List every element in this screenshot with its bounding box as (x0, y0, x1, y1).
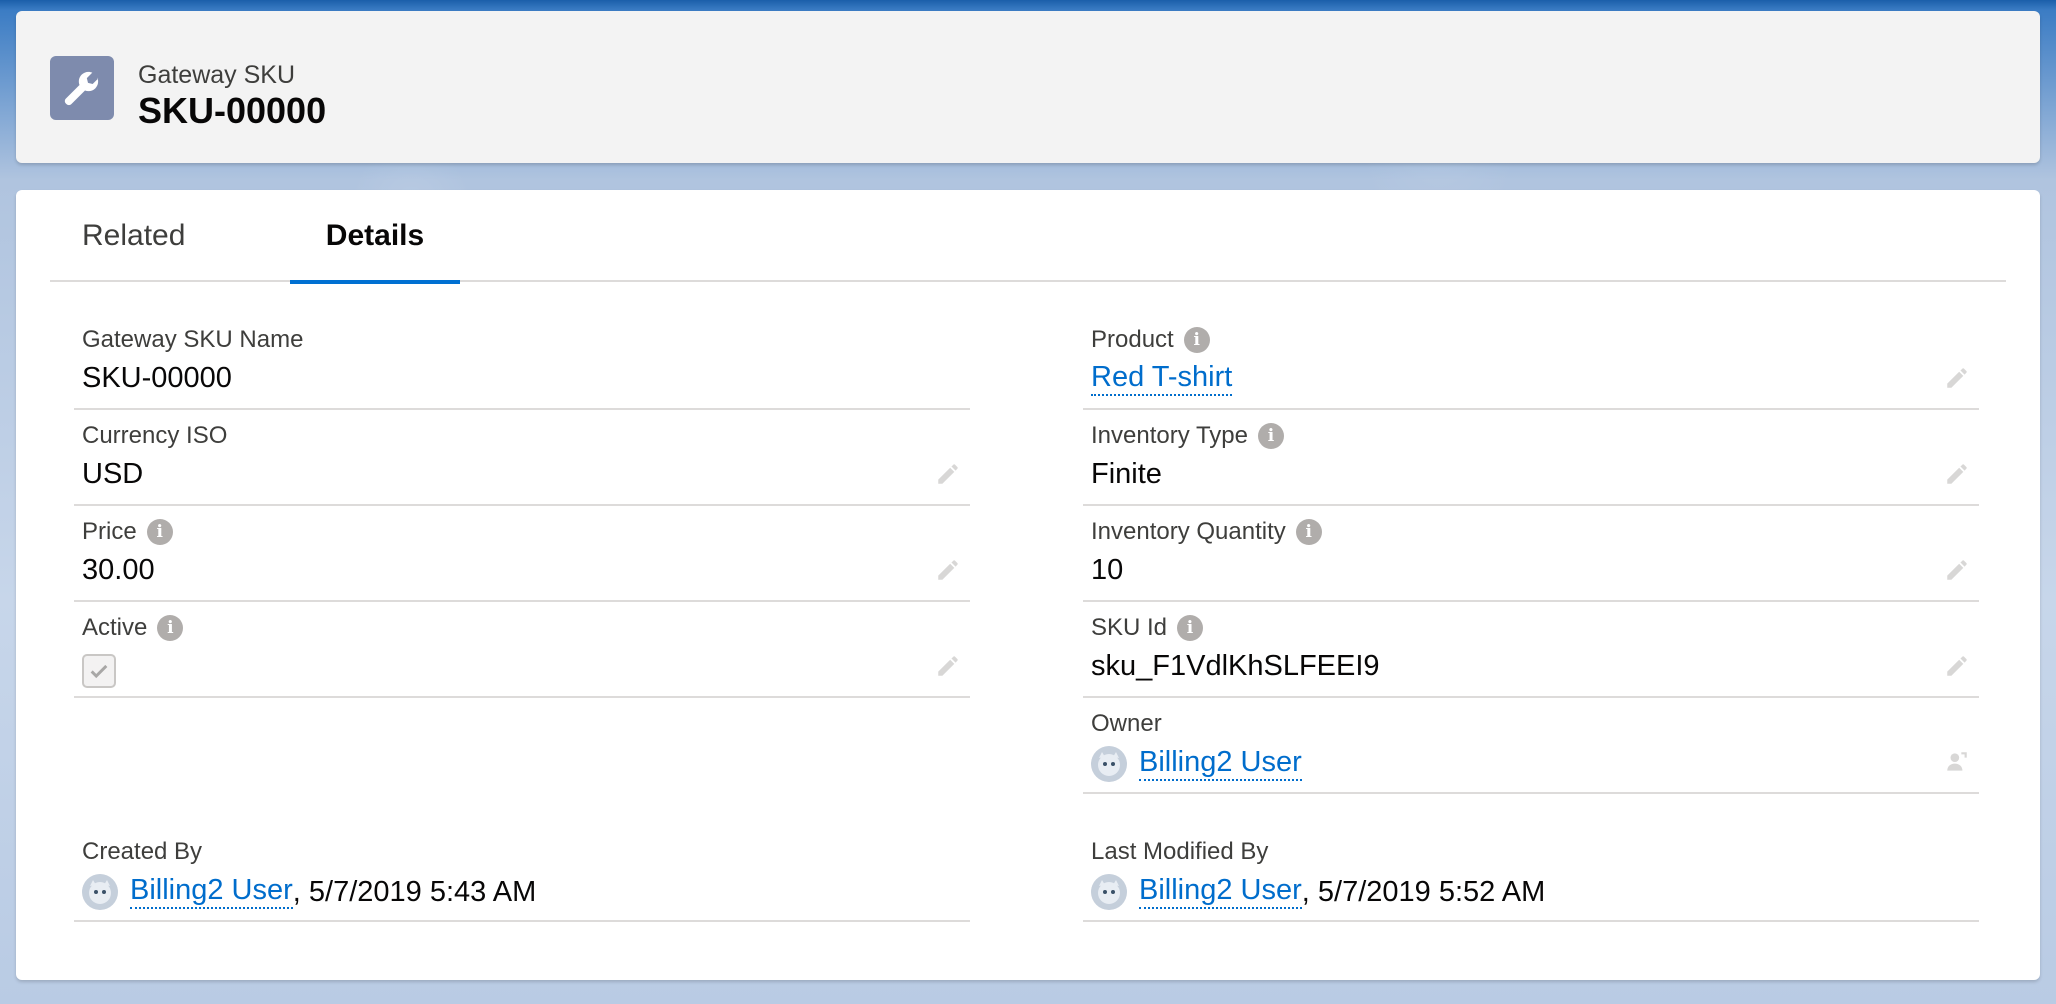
field-value: sku_F1VdlKhSLFEEI9 (1091, 650, 1380, 682)
active-checkbox (82, 654, 116, 688)
created-date: , 5/7/2019 5:43 AM (292, 875, 537, 908)
field-label: Last Modified By (1091, 838, 1269, 865)
pencil-icon[interactable] (934, 460, 962, 488)
change-owner-icon[interactable] (1943, 748, 1971, 776)
info-icon[interactable]: i (1183, 327, 1210, 353)
field-currency-iso: Currency ISO USD (74, 410, 970, 506)
wrench-icon (50, 56, 114, 120)
field-value: Billing2 User, 5/7/2019 5:43 AM (82, 874, 536, 910)
created-by-user-link[interactable]: Billing2 User (130, 874, 293, 909)
field-inventory-quantity: Inventory Quantity i 10 (1083, 506, 1979, 602)
field-label: Inventory Type i (1091, 422, 1284, 450)
tab-details[interactable]: Details (290, 190, 460, 284)
field-label: Created By (82, 838, 203, 865)
field-price: Price i 30.00 (74, 506, 970, 602)
pencil-icon[interactable] (1943, 460, 1971, 488)
info-icon[interactable]: i (1257, 423, 1284, 449)
info-icon[interactable]: i (1295, 519, 1322, 545)
pencil-icon[interactable] (1943, 556, 1971, 584)
record-header: Gateway SKU SKU-00000 (16, 11, 2040, 163)
field-value: Billing2 User, 5/7/2019 5:52 AM (1091, 874, 1545, 910)
object-label: Gateway SKU (138, 61, 296, 89)
field-value: 10 (1091, 554, 1124, 586)
pencil-icon[interactable] (1943, 364, 1971, 392)
field-label: Owner (1091, 710, 1162, 737)
field-label: Inventory Quantity i (1091, 518, 1322, 546)
user-avatar-icon (1091, 746, 1127, 782)
field-label: Price i (82, 518, 173, 546)
field-created-by: Created By Billing2 User, 5/7/2019 5:43 … (74, 826, 970, 922)
field-inventory-type: Inventory Type i Finite (1083, 410, 1979, 506)
user-avatar-icon (82, 874, 118, 910)
tab-related[interactable]: Related (82, 190, 242, 282)
field-label: Product i (1091, 326, 1210, 354)
field-active: Active i (74, 602, 970, 698)
field-value: SKU-00000 (82, 362, 232, 394)
field-value: Finite (1091, 458, 1162, 490)
field-sku-id: SKU Id i sku_F1VdlKhSLFEEI9 (1083, 602, 1979, 698)
user-avatar-icon (1091, 874, 1127, 910)
details-card: Related Details Gateway SKU Name SKU-000… (16, 190, 2040, 980)
owner-user-link[interactable]: Billing2 User (1139, 746, 1302, 781)
field-owner: Owner Billing2 User (1083, 698, 1979, 794)
field-label: SKU Id i (1091, 614, 1204, 642)
field-last-modified-by: Last Modified By Billing2 User, 5/7/2019… (1083, 826, 1979, 922)
field-label: Active i (82, 614, 184, 642)
field-value (82, 650, 116, 688)
tab-bar: Related Details (50, 190, 2006, 284)
pencil-icon[interactable] (934, 652, 962, 680)
field-value: USD (82, 458, 144, 490)
pencil-icon[interactable] (1943, 652, 1971, 680)
last-modified-date: , 5/7/2019 5:52 AM (1301, 875, 1546, 908)
checkmark-icon (90, 664, 108, 679)
pencil-icon[interactable] (934, 556, 962, 584)
field-label: Currency ISO (82, 422, 228, 449)
field-label: Gateway SKU Name (82, 326, 304, 353)
info-icon[interactable]: i (1177, 615, 1204, 641)
info-icon[interactable]: i (146, 519, 173, 545)
field-value: Red T-shirt (1091, 361, 1233, 396)
field-value: 30.00 (82, 554, 155, 586)
product-link[interactable]: Red T-shirt (1091, 361, 1233, 396)
info-icon[interactable]: i (157, 615, 184, 641)
field-gateway-sku-name: Gateway SKU Name SKU-00000 (74, 314, 970, 410)
field-product: Product i Red T-shirt (1083, 314, 1979, 410)
field-value: Billing2 User (1091, 746, 1302, 782)
last-modified-user-link[interactable]: Billing2 User (1139, 874, 1302, 909)
page-title: SKU-00000 (138, 90, 327, 131)
